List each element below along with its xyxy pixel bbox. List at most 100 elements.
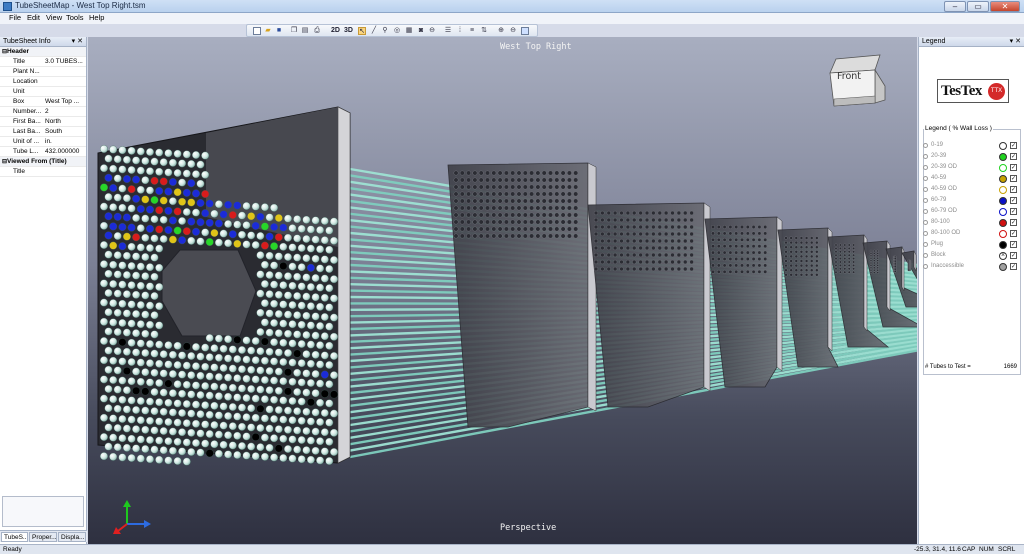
property-row[interactable]: Unit [0, 87, 86, 97]
legend-item[interactable]: Plug ✓ [923, 240, 1017, 251]
property-row[interactable]: First Ba... North [0, 117, 86, 127]
scroll-lock-indicator: SCRL [998, 546, 1016, 553]
property-key: Unit [13, 88, 25, 95]
property-row[interactable]: Location [0, 77, 86, 87]
property-row[interactable]: Number... 2 [0, 107, 86, 117]
legend-radio[interactable] [923, 231, 928, 236]
legend-pin-close-icon[interactable]: ▾ ✕ [1010, 37, 1021, 46]
legend-radio[interactable] [923, 143, 928, 148]
menu-file[interactable]: File [9, 13, 21, 22]
legend-checkbox[interactable]: ✓ [1010, 142, 1017, 149]
legend-item[interactable]: 60-79 ✓ [923, 196, 1017, 207]
property-value[interactable]: in. [45, 137, 85, 146]
menu-edit[interactable]: Edit [27, 13, 40, 22]
panel-pin-close-icon[interactable]: ▾ ✕ [72, 37, 83, 46]
legend-checkbox[interactable]: ✓ [1010, 219, 1017, 226]
legend-radio[interactable] [923, 209, 928, 214]
legend-checkbox[interactable]: ✓ [1010, 197, 1017, 204]
property-section[interactable]: ⊟ Header [0, 47, 86, 57]
tab-properties[interactable]: Proper... [29, 532, 57, 542]
legend-item[interactable]: Inaccessible ✓ [923, 262, 1017, 273]
legend-checkbox[interactable]: ✓ [1010, 175, 1017, 182]
legend-item[interactable]: 20-39 OD ✓ [923, 163, 1017, 174]
tubesheet-3d-scene[interactable] [88, 37, 917, 544]
legend-swatch-icon [999, 208, 1007, 216]
legend-item[interactable]: 0-19 ✓ [923, 141, 1017, 152]
legend-item[interactable]: Block × ✓ [923, 251, 1017, 262]
property-value[interactable]: West Top ... [45, 97, 85, 106]
tab-tubesheet[interactable]: TubeS... [1, 532, 28, 542]
legend-item[interactable]: 80-100 OD ✓ [923, 229, 1017, 240]
new-icon[interactable] [253, 27, 261, 35]
legend-radio[interactable] [923, 154, 928, 159]
legend-radio[interactable] [923, 165, 928, 170]
legend-item[interactable]: 40-59 ✓ [923, 174, 1017, 185]
target-icon[interactable]: ◎ [393, 27, 401, 35]
pin-icon[interactable]: ⚲ [381, 27, 389, 35]
legend-checkbox[interactable]: ✓ [1010, 241, 1017, 248]
legend-swatch-icon [999, 164, 1007, 172]
legend-item[interactable]: 60-79 OD ✓ [923, 207, 1017, 218]
legend-item[interactable]: 20-39 ✓ [923, 152, 1017, 163]
legend-radio[interactable] [923, 264, 928, 269]
property-row[interactable]: Box West Top ... [0, 97, 86, 107]
maximize-button[interactable]: ▭ [967, 1, 989, 12]
view-cube-front-label[interactable]: Front [837, 71, 861, 82]
property-row[interactable]: Plant N... [0, 67, 86, 77]
property-value[interactable]: 432.000000 [45, 147, 85, 156]
property-section[interactable]: ⊟ Viewed From (Title) [0, 157, 86, 167]
legend-checkbox[interactable]: ✓ [1010, 164, 1017, 171]
2d-view-button[interactable]: 2D [330, 27, 341, 35]
legend-radio[interactable] [923, 187, 928, 192]
zoom-in-icon[interactable]: ⊕ [497, 27, 505, 35]
open-icon[interactable]: ▰ [264, 27, 272, 35]
property-row[interactable]: Tube L... 432.000000 [0, 147, 86, 157]
property-row[interactable]: Last Ba... South [0, 127, 86, 137]
zoom-fit-icon[interactable] [521, 27, 529, 35]
pointer-icon[interactable]: ↖ [358, 27, 366, 35]
property-row[interactable]: Title 3.0 TUBES... [0, 57, 86, 67]
property-value[interactable]: South [45, 127, 85, 136]
3d-view-button[interactable]: 3D [343, 27, 354, 35]
legend-checkbox[interactable]: ✓ [1010, 263, 1017, 270]
close-button[interactable]: ✕ [990, 1, 1020, 12]
property-row[interactable]: Unit of ... in. [0, 137, 86, 147]
menu-view[interactable]: View [46, 13, 62, 22]
property-value[interactable]: North [45, 117, 85, 126]
property-value[interactable]: 2 [45, 107, 85, 116]
property-value[interactable]: 3.0 TUBES... [45, 57, 85, 66]
legend-radio[interactable] [923, 242, 928, 247]
grid-icon[interactable]: ▦ [405, 27, 413, 35]
sort-icon[interactable]: ⇅ [480, 27, 488, 35]
tab-display[interactable]: Displa... [58, 532, 86, 542]
3d-viewport[interactable]: West Top Right Perspective Front [88, 37, 917, 544]
property-row[interactable]: Title [0, 167, 86, 177]
legend-radio[interactable] [923, 176, 928, 181]
minimize-button[interactable]: – [944, 1, 966, 12]
legend-radio[interactable] [923, 253, 928, 258]
camera-icon[interactable]: ◙ [417, 27, 425, 35]
legend-checkbox[interactable]: ✓ [1010, 186, 1017, 193]
legend-radio[interactable] [923, 220, 928, 225]
menu-tools[interactable]: Tools [66, 13, 84, 22]
row-icon[interactable]: ☰ [444, 27, 452, 35]
column-icon[interactable]: ⁞ [456, 27, 464, 35]
legend-checkbox[interactable]: ✓ [1010, 153, 1017, 160]
legend-checkbox[interactable]: ✓ [1010, 252, 1017, 259]
tube-icon[interactable]: ╱ [370, 27, 378, 35]
menu-help[interactable]: Help [89, 13, 104, 22]
zoom-out-icon[interactable]: ⊖ [509, 27, 517, 35]
legend-item[interactable]: 80-100 ✓ [923, 218, 1017, 229]
legend-item[interactable]: 40-59 OD ✓ [923, 185, 1017, 196]
legend-checkbox[interactable]: ✓ [1010, 230, 1017, 237]
view-name-label: West Top Right [500, 42, 572, 52]
align-icon[interactable]: ≡ [468, 27, 476, 35]
save-icon[interactable]: ■ [275, 27, 283, 35]
paste-icon[interactable]: ▤ [301, 27, 309, 35]
legend-radio[interactable] [923, 198, 928, 203]
legend-checkbox[interactable]: ✓ [1010, 208, 1017, 215]
copy-icon[interactable]: ❐ [290, 27, 298, 35]
print-icon[interactable]: ⎙ [313, 27, 321, 35]
zoom-icon[interactable]: ⊖ [428, 27, 436, 35]
testex-logo: TesTex TTX [937, 79, 1009, 103]
